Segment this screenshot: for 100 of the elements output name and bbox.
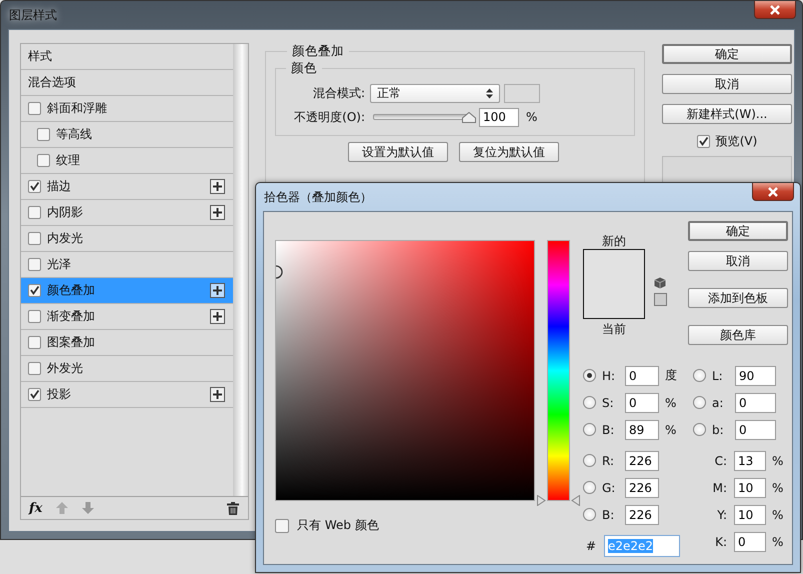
field-label: C: bbox=[714, 454, 728, 468]
dialog-button[interactable]: 新建样式(W)... bbox=[662, 104, 792, 124]
close-button[interactable] bbox=[754, 1, 796, 19]
value-input[interactable]: 226 bbox=[625, 504, 659, 524]
value-input[interactable]: 226 bbox=[625, 478, 659, 498]
dialog-button[interactable]: 复位为默认值 bbox=[459, 142, 559, 162]
item-label: 光泽 bbox=[47, 256, 71, 273]
value-input[interactable]: 0 bbox=[734, 532, 766, 552]
checkbox[interactable] bbox=[275, 518, 289, 532]
radio-button[interactable] bbox=[583, 508, 596, 521]
checkbox[interactable] bbox=[28, 388, 41, 401]
radio-button[interactable] bbox=[693, 396, 706, 409]
checkbox[interactable] bbox=[28, 258, 41, 271]
add-button[interactable] bbox=[210, 179, 225, 194]
field-label: G: bbox=[601, 480, 616, 494]
style-list-item[interactable]: 图案叠加 bbox=[21, 330, 233, 356]
checkbox[interactable] bbox=[37, 154, 50, 167]
value-input[interactable]: 10 bbox=[734, 478, 766, 498]
down-arrow-icon bbox=[82, 502, 94, 514]
field-label: L: bbox=[711, 368, 724, 382]
unit-label: 度 bbox=[665, 367, 677, 384]
dialog-button[interactable]: 设置为默认值 bbox=[348, 142, 448, 162]
style-list-item[interactable]: 斜面和浮雕 bbox=[21, 96, 233, 122]
style-list-item[interactable]: 投影 bbox=[21, 382, 233, 408]
blend-mode-dropdown[interactable]: 正常 bbox=[370, 84, 500, 102]
dialog-button[interactable]: 确定 bbox=[688, 221, 788, 241]
value-input[interactable]: 0 bbox=[735, 392, 776, 412]
field-label: B: bbox=[601, 508, 616, 522]
section-title: 颜色叠加 bbox=[291, 43, 345, 60]
radio-button[interactable] bbox=[583, 423, 596, 436]
radio-button[interactable] bbox=[583, 481, 596, 494]
radio-button[interactable] bbox=[693, 369, 706, 382]
opacity-input[interactable]: 100 bbox=[479, 108, 519, 126]
add-button[interactable] bbox=[210, 387, 225, 402]
value-input[interactable]: 10 bbox=[734, 504, 766, 524]
unit-label: % bbox=[772, 454, 784, 468]
value-input[interactable]: 90 bbox=[735, 366, 776, 386]
value-input[interactable]: 226 bbox=[625, 450, 659, 470]
checkbox[interactable] bbox=[28, 102, 41, 115]
checkbox[interactable] bbox=[28, 232, 41, 245]
fx-button[interactable]: fx bbox=[29, 500, 42, 516]
cube-icon bbox=[654, 277, 666, 289]
slider-thumb[interactable] bbox=[462, 112, 476, 123]
item-label: 纹理 bbox=[56, 152, 80, 169]
small-swatch[interactable] bbox=[654, 293, 666, 306]
field-label: 不透明度(O): bbox=[293, 108, 366, 126]
style-list-item[interactable]: 颜色叠加 bbox=[21, 278, 233, 304]
checkbox[interactable] bbox=[28, 180, 41, 193]
field-label: H: bbox=[601, 368, 616, 382]
dialog-button[interactable]: 添加到色板 bbox=[688, 288, 788, 308]
radio-button[interactable] bbox=[583, 369, 596, 382]
style-list-item[interactable]: 纹理 bbox=[21, 148, 233, 174]
field-label: K: bbox=[714, 534, 728, 548]
item-label: 混合选项 bbox=[28, 74, 76, 91]
style-list-item[interactable]: 描边 bbox=[21, 174, 233, 200]
field-label: S: bbox=[601, 396, 615, 410]
unit-label: % bbox=[526, 110, 538, 124]
item-label: 投影 bbox=[47, 386, 71, 403]
field-label: b: bbox=[711, 422, 725, 436]
field-label: # bbox=[585, 538, 598, 552]
value-input[interactable]: 0 bbox=[625, 366, 659, 386]
value-input[interactable]: 0 bbox=[625, 392, 659, 412]
checkbox[interactable] bbox=[37, 128, 50, 141]
checkbox[interactable] bbox=[28, 362, 41, 375]
checkbox[interactable] bbox=[28, 310, 41, 323]
swatch-label: 当前 bbox=[602, 322, 626, 336]
value-input[interactable]: 13 bbox=[734, 450, 766, 470]
style-list-item[interactable]: 内阴影 bbox=[21, 200, 233, 226]
style-list-item[interactable]: 等高线 bbox=[21, 122, 233, 148]
dialog-button[interactable]: 颜色库 bbox=[688, 325, 788, 345]
style-list-item[interactable]: 渐变叠加 bbox=[21, 304, 233, 330]
unit-label: % bbox=[772, 508, 784, 522]
add-button[interactable] bbox=[210, 309, 225, 324]
value-input[interactable]: 89 bbox=[625, 420, 659, 440]
dialog-button[interactable]: 取消 bbox=[688, 251, 788, 271]
color-swatch bbox=[583, 249, 645, 319]
radio-button[interactable] bbox=[583, 396, 596, 409]
add-button[interactable] bbox=[210, 205, 225, 220]
checkbox[interactable] bbox=[696, 134, 710, 148]
checkbox[interactable] bbox=[28, 336, 41, 349]
unit-label: % bbox=[665, 396, 676, 410]
dialog-button[interactable]: 取消 bbox=[662, 74, 792, 94]
item-label: 渐变叠加 bbox=[47, 308, 95, 325]
item-label: 样式 bbox=[28, 48, 52, 65]
value-input[interactable]: 0 bbox=[735, 420, 776, 440]
item-label: 斜面和浮雕 bbox=[47, 100, 107, 117]
trash-icon bbox=[227, 502, 239, 514]
dialog-button[interactable]: 确定 bbox=[662, 44, 792, 64]
checkbox[interactable] bbox=[28, 206, 41, 219]
radio-button[interactable] bbox=[583, 454, 596, 467]
add-button[interactable] bbox=[210, 283, 225, 298]
radio-button[interactable] bbox=[693, 423, 706, 436]
color-swatch[interactable] bbox=[504, 84, 540, 102]
style-list-item[interactable]: 外发光 bbox=[21, 356, 233, 382]
checkbox-label: 预览(V) bbox=[716, 132, 758, 150]
item-label: 外发光 bbox=[47, 360, 83, 377]
checkbox[interactable] bbox=[28, 284, 41, 297]
color-field[interactable] bbox=[275, 240, 535, 501]
close-button[interactable] bbox=[752, 183, 794, 201]
style-list-item[interactable]: 内发光 bbox=[21, 226, 233, 252]
